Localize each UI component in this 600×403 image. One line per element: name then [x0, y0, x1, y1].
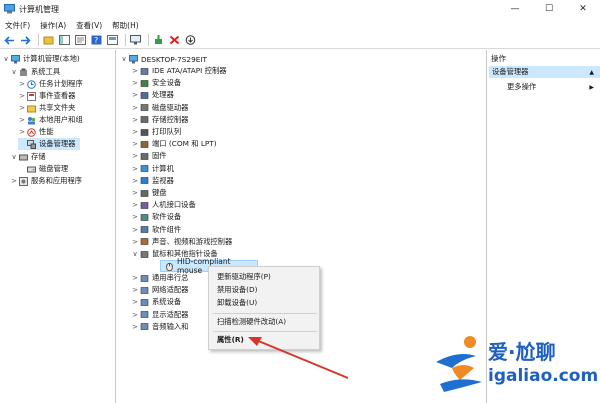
runner-logo-icon: [436, 336, 482, 392]
watermark: 爱·尬聊 igaliao.com: [430, 328, 598, 398]
actions-header: 操作: [491, 53, 506, 63]
watermark-domain: igaliao.com: [488, 366, 599, 386]
actions-more[interactable]: 更多操作 ▶: [507, 81, 600, 93]
actions-device-manager[interactable]: 设备管理器 ▲: [489, 66, 600, 78]
chevron-right-icon: ▶: [589, 83, 594, 91]
watermark-brand: 爱·尬聊: [488, 340, 556, 364]
collapse-icon: ▲: [589, 68, 594, 76]
